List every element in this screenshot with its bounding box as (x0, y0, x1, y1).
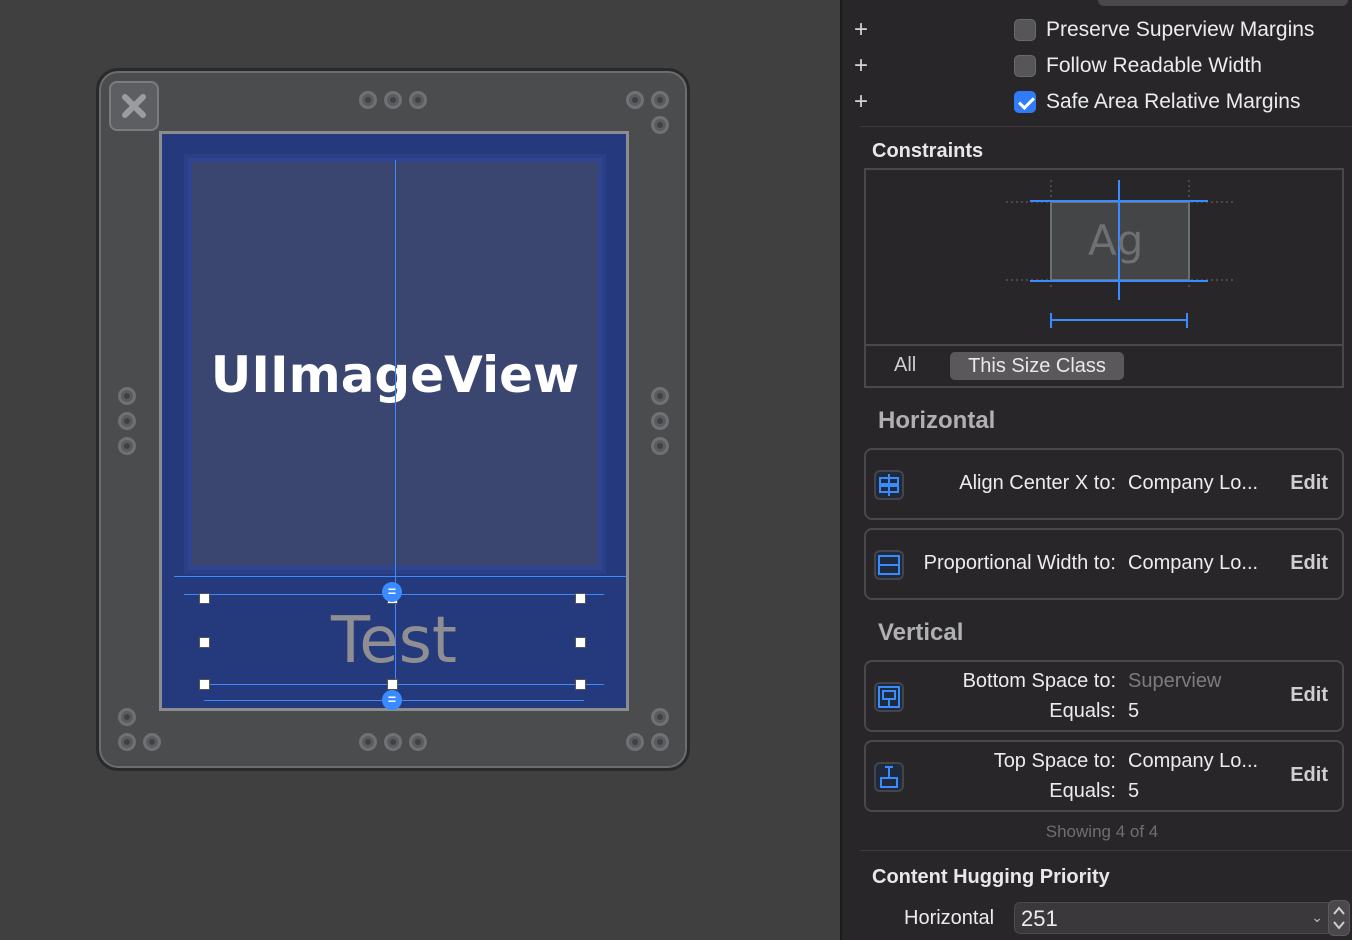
scene-dock-dot-right (651, 116, 669, 134)
safe-area-relative-margins-row: + Safe Area Relative Margins (842, 87, 1352, 117)
constraint-proportional-width[interactable]: Proportional Width to: Company Lo... Edi… (864, 528, 1344, 600)
constraint-label: Align Center X to: (959, 472, 1116, 494)
safe-area-relative-margins-label: Safe Area Relative Margins (1046, 90, 1301, 113)
showing-count: Showing 4 of 4 (1045, 822, 1159, 841)
view-controller-view[interactable]: UIImageView Test = = (159, 131, 629, 711)
this-size-class-tab[interactable]: This Size Class (950, 352, 1124, 380)
top-space-icon (874, 762, 904, 792)
constraint-top-space[interactable]: Top Space to: Company Lo... Equals: 5 Ed… (864, 740, 1344, 812)
constraint-target: Superview (1128, 670, 1222, 692)
scene-dock-dots-bottom-left (118, 733, 161, 751)
content-hugging-title: Content Hugging Priority (872, 866, 1110, 888)
align-center-x-icon (874, 470, 904, 500)
resize-handle[interactable] (199, 637, 210, 648)
size-inspector: + Preserve Superview Margins + Follow Re… (840, 0, 1352, 940)
plus-icon[interactable]: + (854, 18, 868, 42)
safe-area-relative-margins-checkbox[interactable] (1014, 91, 1036, 113)
divider (860, 126, 1352, 127)
hugging-horizontal-label: Horizontal (904, 907, 995, 929)
plus-icon[interactable]: + (854, 90, 868, 114)
constraint-target: Company Lo... (1128, 472, 1259, 494)
label-bottom-edge-guide (204, 684, 604, 685)
constraints-preview: Ag All This Size Class (864, 168, 1344, 388)
scene-dock-dots-top (359, 91, 427, 109)
preserve-superview-margins-label: Preserve Superview Margins (1046, 18, 1315, 41)
resize-handle[interactable] (575, 593, 586, 604)
constraint-label: Proportional Width to: (923, 552, 1116, 574)
vertical-title: Vertical (878, 619, 964, 646)
hugging-stepper[interactable] (1328, 900, 1350, 936)
constraint-target: Company Lo... (1128, 552, 1259, 574)
close-scene-button[interactable] (109, 81, 159, 131)
constraints-title: Constraints (872, 140, 984, 162)
all-size-classes-tab[interactable]: All (894, 354, 916, 377)
resize-handle[interactable] (199, 679, 210, 690)
follow-readable-width-row: + Follow Readable Width (842, 51, 1352, 81)
horizontal-title: Horizontal (878, 407, 996, 434)
equals-value: 5 (1128, 700, 1140, 722)
equal-constraint-badge[interactable]: = (382, 690, 402, 710)
scene-dock-dot-bottom-left-top (118, 708, 136, 726)
scene-dock-dots-top-right (626, 91, 669, 109)
scene-dock-dots-right (651, 387, 669, 455)
edit-constraint-button[interactable]: Edit (1290, 684, 1328, 707)
resize-handle[interactable] (199, 593, 210, 604)
chevron-down-icon: ⌄ (1311, 909, 1323, 925)
scene-frame[interactable]: UIImageView Test = = (96, 68, 690, 771)
resize-handle[interactable] (387, 679, 398, 690)
constraint-label: Top Space to: (993, 750, 1116, 772)
equals-label: Equals: (1049, 780, 1116, 802)
scene-dock-dots-bottom-right (626, 733, 669, 751)
preserve-superview-margins-row: + Preserve Superview Margins (842, 15, 1352, 45)
stepper-arrows-icon (1333, 906, 1345, 930)
constraint-bottom-space[interactable]: Bottom Space to: Superview Equals: 5 Edi… (864, 660, 1344, 732)
edit-constraint-button[interactable]: Edit (1290, 472, 1328, 495)
constraint-align-center-x[interactable]: Align Center X to: Company Lo... Edit (864, 448, 1344, 520)
resize-handle[interactable] (575, 679, 586, 690)
resize-handle[interactable] (575, 637, 586, 648)
edit-constraint-button[interactable]: Edit (1290, 552, 1328, 575)
hugging-horizontal-select[interactable]: 251 ⌄ (1014, 902, 1334, 934)
scene-dock-dots-left (118, 387, 136, 455)
scene-dock-dot-bottom-right-top (651, 708, 669, 726)
equals-value: 5 (1128, 780, 1140, 802)
size-class-bar: All This Size Class (866, 344, 1342, 386)
follow-readable-width-checkbox[interactable] (1014, 55, 1036, 77)
top-partial-field[interactable] (1098, 0, 1348, 6)
edit-constraint-button[interactable]: Edit (1290, 764, 1328, 787)
equals-label: Equals: (1049, 700, 1116, 722)
constraint-label: Bottom Space to: (962, 670, 1116, 692)
constraints-preview-text: Ag (1088, 216, 1144, 265)
plus-icon[interactable]: + (854, 54, 868, 78)
equal-constraint-badge[interactable]: = (382, 582, 402, 602)
bottom-space-icon (874, 682, 904, 712)
hugging-horizontal-value: 251 (1021, 906, 1058, 931)
label-view[interactable]: Test (162, 604, 626, 678)
constraint-target: Company Lo... (1128, 750, 1259, 772)
scene-dock-dots-bottom (359, 733, 427, 751)
proportional-width-icon (874, 550, 904, 580)
top-space-guide (174, 576, 626, 577)
storyboard-canvas[interactable]: UIImageView Test = = (0, 0, 840, 940)
preserve-superview-margins-checkbox[interactable] (1014, 19, 1036, 41)
close-icon (122, 94, 146, 118)
divider (860, 850, 1352, 851)
follow-readable-width-label: Follow Readable Width (1046, 54, 1262, 77)
